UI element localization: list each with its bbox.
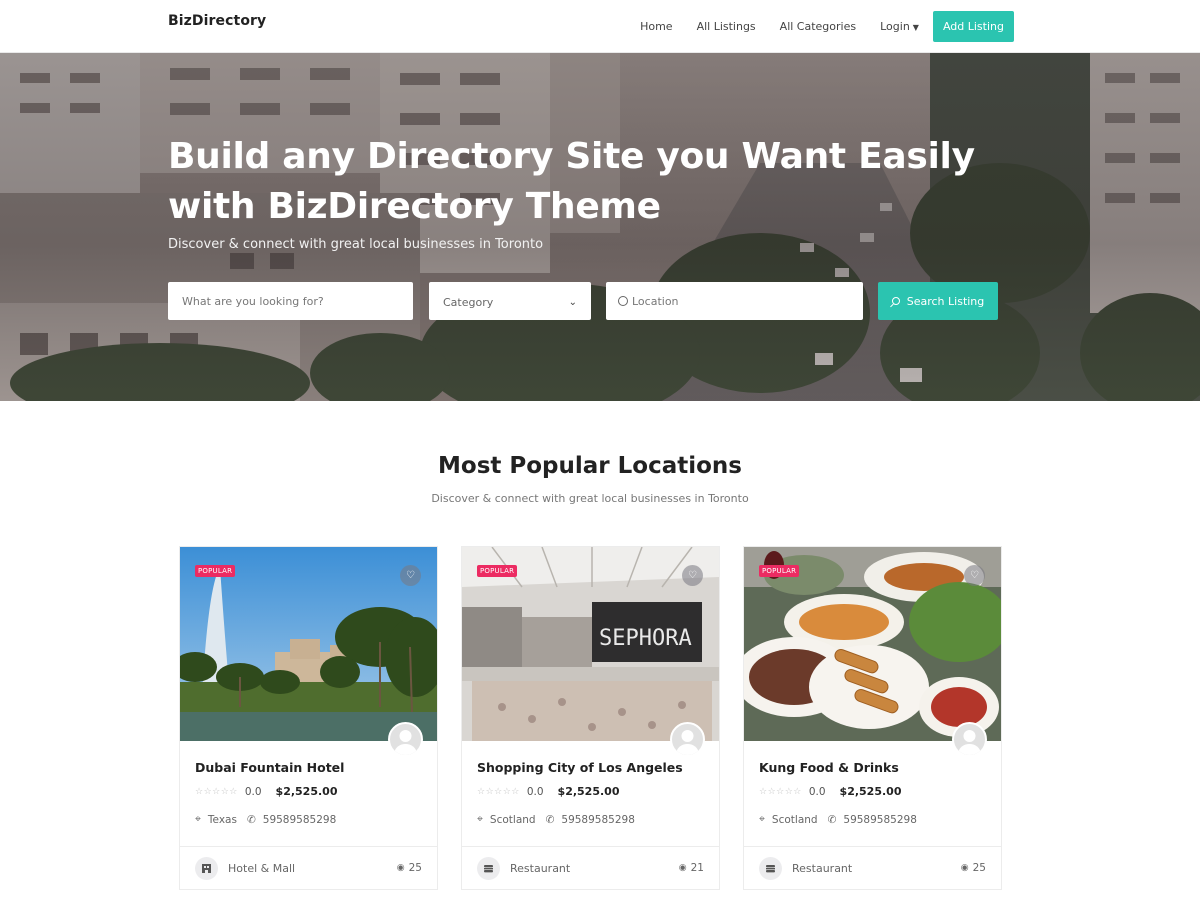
rating-score: 0.0	[808, 785, 826, 798]
search-listing-label: Search Listing	[906, 294, 985, 308]
listing-card[interactable]: SEPHORA POPULAR ♡ Shopping City of Los A…	[461, 546, 720, 890]
phone-icon: ✆	[545, 813, 555, 826]
view-count-value: 25	[408, 862, 422, 874]
eye-icon: ◉	[396, 863, 405, 873]
star-rating-icon: ☆☆☆☆☆	[195, 786, 238, 797]
crosshair-icon	[618, 296, 628, 306]
listing-price: $2,525.00	[275, 785, 338, 798]
map-pin-icon: ⌖	[477, 813, 483, 825]
site-logo[interactable]: BizDirectory	[168, 13, 266, 29]
avatar[interactable]	[952, 722, 987, 757]
listing-category[interactable]: Restaurant	[792, 862, 852, 875]
hero-title-line-2: with BizDirectory Theme	[168, 186, 661, 227]
building-icon	[195, 857, 218, 880]
view-count-value: 25	[972, 862, 986, 874]
listing-card[interactable]: POPULAR ♡ Kung Food & Drinks ☆☆☆☆☆ 0.0 $…	[743, 546, 1002, 890]
listing-price: $2,525.00	[839, 785, 902, 798]
star-rating-icon: ☆☆☆☆☆	[477, 786, 520, 797]
map-pin-icon: ⌖	[759, 813, 765, 825]
popular-badge: POPULAR	[759, 565, 800, 577]
listing-title[interactable]: Shopping City of Los Angeles	[477, 760, 683, 775]
card-footer: Restaurant ◉ 21	[462, 846, 719, 890]
rating-score: 0.0	[244, 785, 262, 798]
heart-icon[interactable]: ♡	[682, 565, 703, 586]
hero-banner: Build any Directory Site you Want Easily…	[0, 53, 1200, 401]
view-count: ◉ 25	[961, 862, 986, 874]
hero-subtitle: Discover & connect with great local busi…	[168, 237, 544, 252]
user-silhouette-icon	[394, 730, 417, 755]
section-title: Most Popular Locations	[438, 453, 742, 479]
rating-row: ☆☆☆☆☆ 0.0 $2,525.00	[759, 785, 901, 798]
nav-login[interactable]: Login ▼	[880, 20, 919, 33]
avatar[interactable]	[670, 722, 705, 757]
heart-icon[interactable]: ♡	[400, 565, 421, 586]
rating-score: 0.0	[526, 785, 544, 798]
eye-icon: ◉	[678, 863, 687, 873]
location-placeholder: Location	[632, 294, 679, 308]
section-subtitle: Discover & connect with great local busi…	[431, 492, 749, 505]
listing-meta: ⌖ Scotland ✆ 59589585298	[759, 813, 917, 826]
rating-row: ☆☆☆☆☆ 0.0 $2,525.00	[195, 785, 337, 798]
popular-badge: POPULAR	[195, 565, 236, 577]
nav-login-label: Login	[880, 20, 910, 33]
caret-down-icon: ▼	[912, 23, 919, 32]
restaurant-icon	[759, 857, 782, 880]
listing-meta: ⌖ Texas ✆ 59589585298	[195, 813, 336, 826]
popular-badge: POPULAR	[477, 565, 518, 577]
view-count-value: 21	[690, 862, 704, 874]
chevron-down-icon: ⌄	[568, 297, 577, 308]
view-count: ◉ 25	[397, 862, 422, 874]
search-listing-button[interactable]: Search Listing	[878, 282, 998, 320]
nav-all-categories[interactable]: All Categories	[780, 20, 856, 33]
user-silhouette-icon	[958, 730, 981, 755]
listing-category[interactable]: Hotel & Mall	[228, 862, 295, 875]
listing-location: Texas	[207, 813, 237, 826]
listing-location: Scotland	[771, 813, 818, 826]
keyword-search-input[interactable]	[168, 282, 413, 320]
listing-card[interactable]: POPULAR ♡ Dubai Fountain Hotel ☆☆☆☆☆ 0.0…	[179, 546, 438, 890]
avatar[interactable]	[388, 722, 423, 757]
star-rating-icon: ☆☆☆☆☆	[759, 786, 802, 797]
add-listing-button[interactable]: Add Listing	[932, 11, 1014, 42]
category-select[interactable]: Category ⌄	[429, 282, 591, 320]
card-footer: Restaurant ◉ 25	[744, 846, 1001, 890]
listing-location: Scotland	[489, 813, 536, 826]
search-icon	[891, 297, 900, 305]
listing-meta: ⌖ Scotland ✆ 59589585298	[477, 813, 635, 826]
top-navbar: BizDirectory Home All Listings All Categ…	[0, 0, 1200, 53]
heart-icon[interactable]: ♡	[964, 565, 985, 586]
listing-phone: 59589585298	[843, 813, 917, 826]
restaurant-icon	[477, 857, 500, 880]
category-select-value: Category	[443, 296, 494, 309]
listing-category[interactable]: Restaurant	[510, 862, 570, 875]
rating-row: ☆☆☆☆☆ 0.0 $2,525.00	[477, 785, 619, 798]
user-silhouette-icon	[676, 730, 699, 755]
phone-icon: ✆	[827, 813, 837, 826]
nav-all-listings[interactable]: All Listings	[697, 20, 756, 33]
view-count: ◉ 21	[679, 862, 704, 874]
listing-title[interactable]: Kung Food & Drinks	[759, 760, 899, 775]
card-footer: Hotel & Mall ◉ 25	[180, 846, 437, 890]
hero-title: Build any Directory Site you Want Easily…	[168, 132, 1068, 232]
nav-home[interactable]: Home	[640, 20, 672, 33]
listing-title[interactable]: Dubai Fountain Hotel	[195, 760, 344, 775]
store-sign: SEPHORA	[599, 626, 692, 651]
listing-price: $2,525.00	[557, 785, 620, 798]
hero-title-line-1: Build any Directory Site you Want Easily	[168, 136, 975, 177]
eye-icon: ◉	[960, 863, 969, 873]
phone-icon: ✆	[246, 813, 256, 826]
listing-phone: 59589585298	[262, 813, 337, 826]
listing-phone: 59589585298	[561, 813, 635, 826]
main-nav: Home All Listings All Categories Login ▼ …	[600, 11, 1014, 42]
map-pin-icon: ⌖	[195, 813, 201, 825]
location-input[interactable]: Location	[606, 282, 863, 320]
